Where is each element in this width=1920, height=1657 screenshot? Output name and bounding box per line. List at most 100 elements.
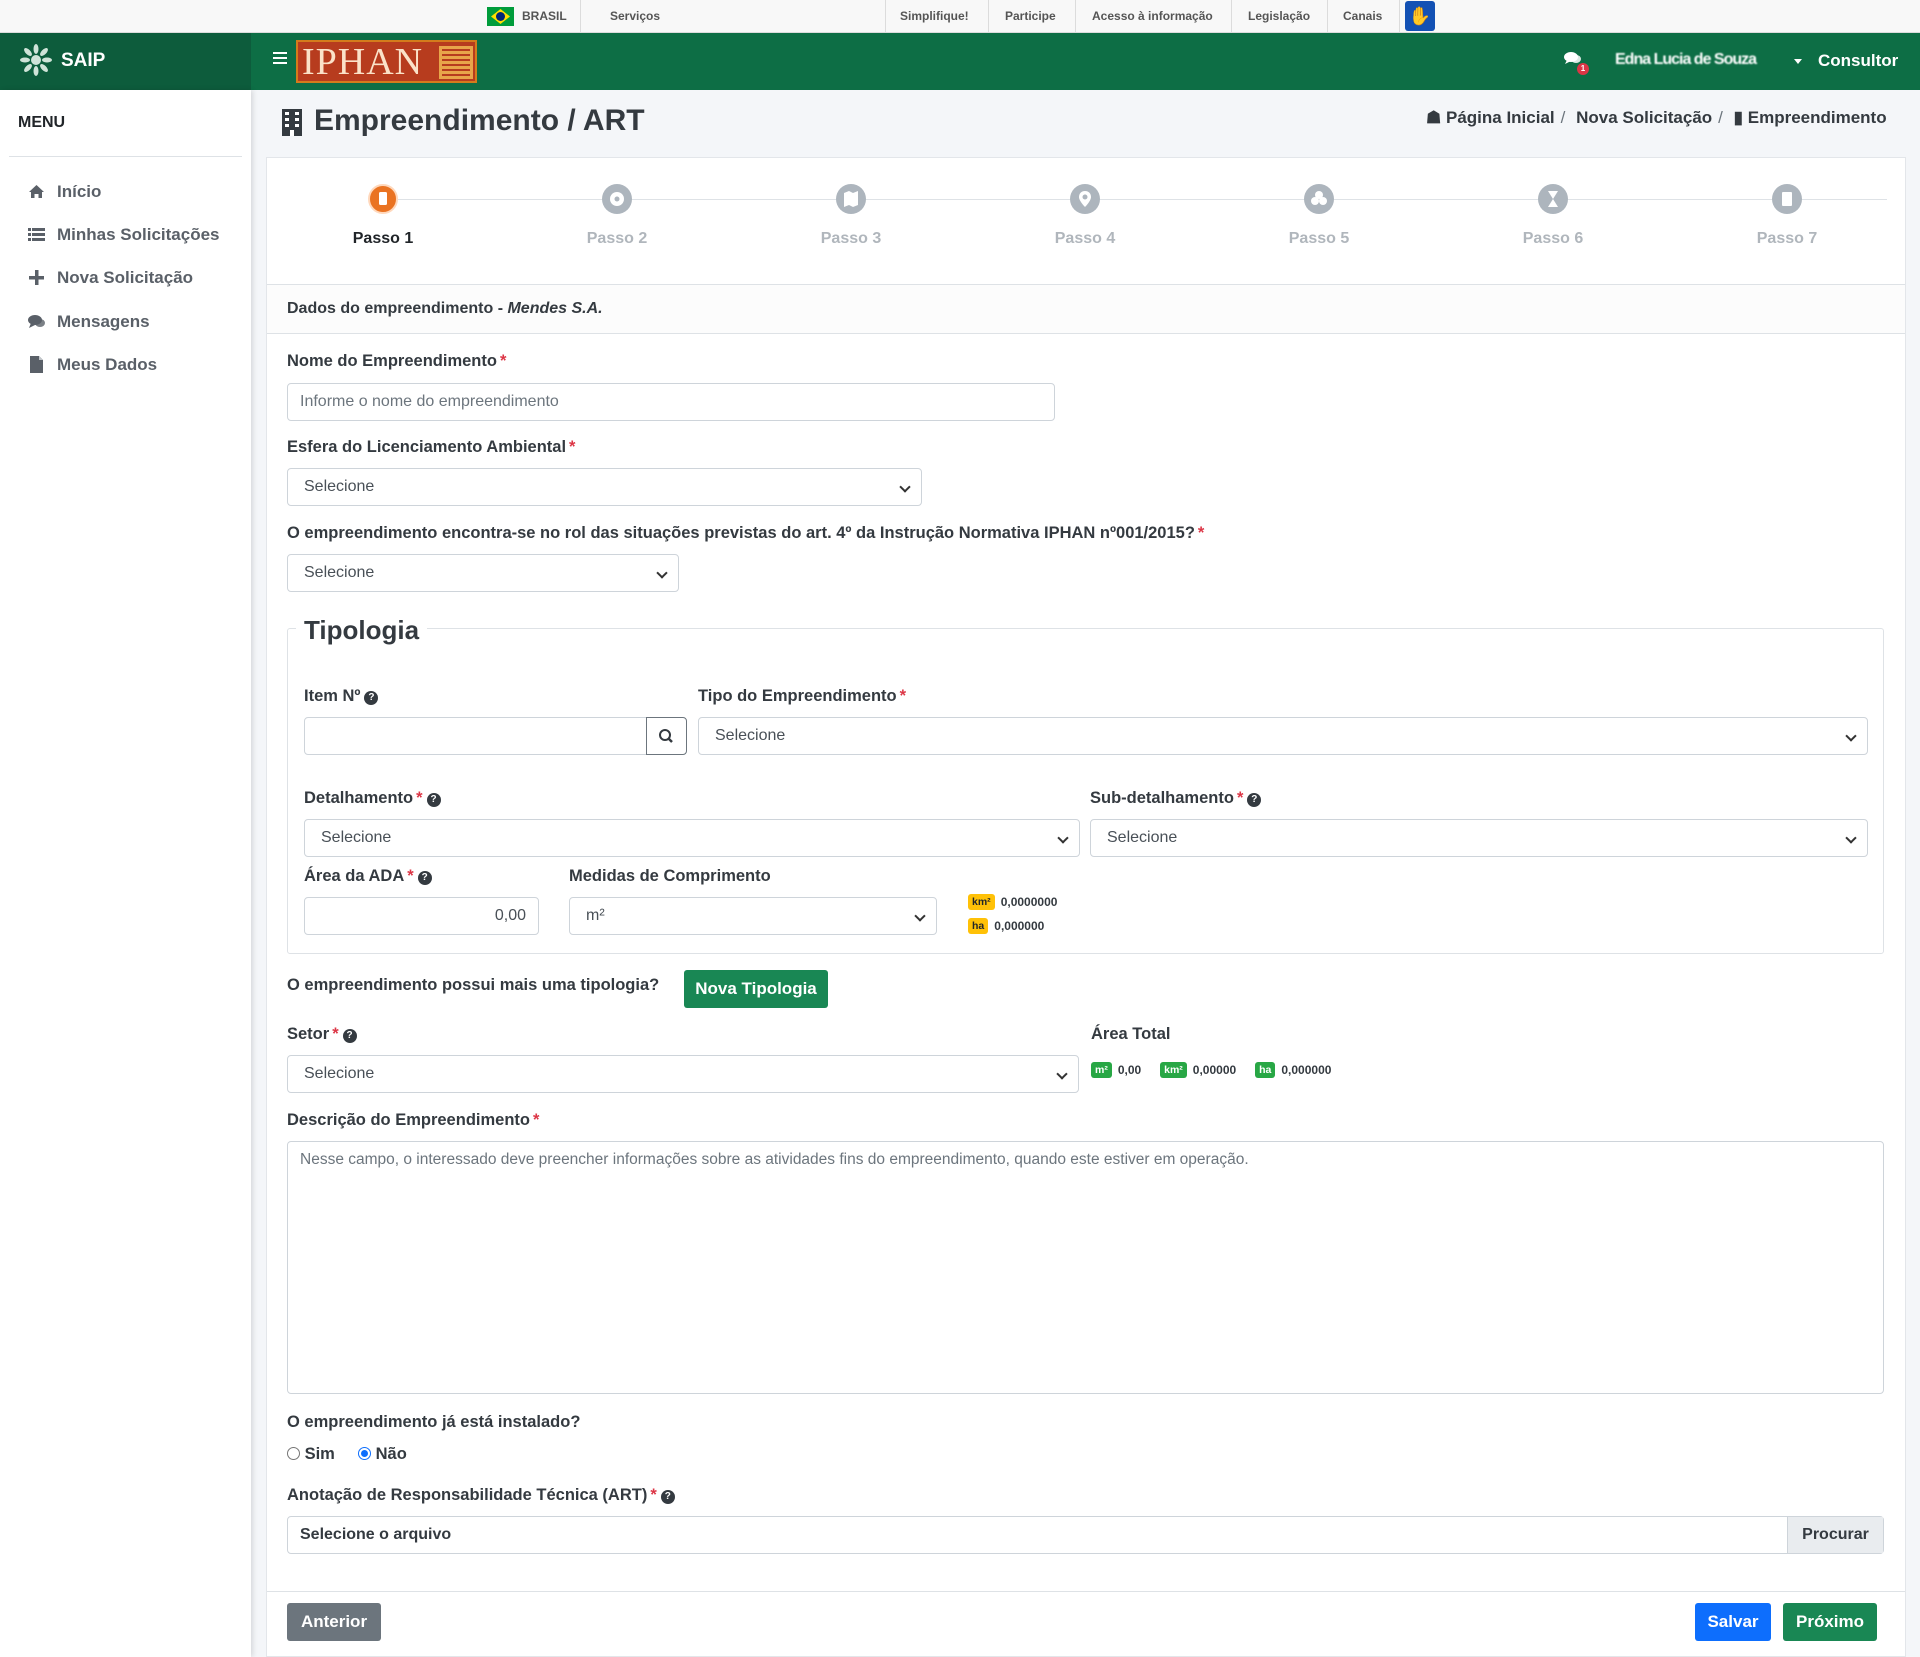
help-icon[interactable]: ?: [364, 691, 379, 705]
descricao-label: Descrição do Empreendimento *: [287, 1111, 540, 1129]
area-ada-label: Área da ADA *?: [304, 867, 432, 886]
sidebar-item-minhas-solicitacoes[interactable]: Minhas Solicitações: [28, 223, 243, 247]
area-total-m2-unit: m²: [1091, 1061, 1112, 1078]
plus-icon: [28, 269, 45, 286]
sidebar: MENU Início Minhas Solicitações Nova Sol…: [0, 90, 251, 1657]
notification-badge: 1: [1577, 63, 1589, 75]
esfera-select[interactable]: Selecione: [287, 468, 922, 506]
search-button[interactable]: [646, 717, 687, 755]
sidebar-item-nova-solicitacao[interactable]: Nova Solicitação: [28, 266, 243, 290]
user-dropdown-caret-icon[interactable]: [1794, 59, 1802, 64]
company-name: Mendes S.A.: [507, 300, 603, 317]
conv-ha: ha 0,000000: [968, 917, 1044, 935]
mobile-icon: [368, 184, 398, 214]
section-header: Dados do empreendimento - Mendes S.A.: [267, 284, 1905, 334]
user-role: Consultor: [1818, 51, 1899, 70]
mais-tipologia-label: O empreendimento possui mais uma tipolog…: [287, 976, 660, 994]
subdetalhamento-select[interactable]: Selecione: [1090, 819, 1868, 857]
setor-select[interactable]: Selecione: [287, 1055, 1079, 1093]
tipo-select[interactable]: Selecione: [698, 717, 1868, 755]
descricao-textarea[interactable]: Nesse campo, o interessado deve preenche…: [287, 1141, 1884, 1394]
step-5[interactable]: Passo 5: [1259, 184, 1379, 248]
tipo-label: Tipo do Empreendimento *: [698, 687, 907, 705]
instalado-sim-radio[interactable]: [287, 1447, 300, 1460]
subdetalhamento-label: Sub-detalhamento *?: [1090, 789, 1262, 808]
art-browse-button[interactable]: Procurar: [1787, 1517, 1883, 1553]
step-1[interactable]: Passo 1: [323, 184, 443, 248]
area-total-values: m² 0,00 km² 0,00000 ha 0,000000: [1091, 1061, 1331, 1079]
help-icon[interactable]: ?: [417, 871, 432, 885]
app-brand[interactable]: SAIP: [0, 33, 251, 90]
gov-brasil-link[interactable]: BRASIL: [522, 0, 567, 32]
cubes-icon: [1304, 184, 1334, 214]
sidebar-item-inicio[interactable]: Início: [28, 180, 243, 204]
hourglass-icon: [1538, 184, 1568, 214]
gov-bar: BRASIL Serviços Simplifique! Participe A…: [0, 0, 1920, 33]
help-icon[interactable]: ?: [1247, 793, 1262, 807]
detalhamento-select[interactable]: Selecione: [304, 819, 1080, 857]
proximo-button[interactable]: Próximo: [1783, 1603, 1877, 1641]
accessibility-hand-icon[interactable]: ✋: [1405, 1, 1435, 31]
iphan-logo[interactable]: IPHAN: [296, 40, 477, 83]
instalado-nao-radio[interactable]: [358, 1447, 372, 1460]
rol-select[interactable]: Selecione: [287, 554, 679, 592]
help-icon[interactable]: ?: [660, 1490, 675, 1504]
breadcrumb-building-icon: ▮: [1733, 108, 1743, 127]
conv-km2: km² 0,0000000: [968, 893, 1057, 911]
page-title: Empreendimento / ART: [314, 104, 645, 137]
medidas-select[interactable]: m²: [569, 897, 937, 935]
saip-leaf-logo-icon: [20, 44, 52, 76]
gov-simplifique-link[interactable]: Simplifique!: [900, 0, 969, 32]
area-total-km2-value: 0,00000: [1192, 1062, 1237, 1077]
area-ada-input[interactable]: 0,00: [304, 897, 539, 935]
map-marker-icon: [1070, 184, 1100, 214]
instalado-label: O empreendimento já está instalado?: [287, 1413, 581, 1431]
gov-canais-link[interactable]: Canais: [1343, 0, 1382, 32]
breadcrumb-nova-solicitacao[interactable]: Nova Solicitação: [1576, 108, 1712, 127]
compass-icon: [602, 184, 632, 214]
breadcrumb-home[interactable]: Página Inicial: [1446, 108, 1555, 127]
instalado-nao-label[interactable]: Não: [376, 1445, 407, 1463]
nova-tipologia-button[interactable]: Nova Tipologia: [684, 970, 828, 1008]
detalhamento-label: Detalhamento *?: [304, 789, 441, 808]
gov-acesso-informacao-link[interactable]: Acesso à informação: [1092, 0, 1213, 32]
item-input[interactable]: [304, 717, 647, 755]
tipologia-legend: Tipologia: [296, 615, 428, 646]
list-icon: [28, 226, 45, 243]
step-7[interactable]: Passo 7: [1727, 184, 1847, 248]
step-4[interactable]: Passo 4: [1025, 184, 1145, 248]
gov-legislacao-link[interactable]: Legislação: [1248, 0, 1310, 32]
sidebar-item-meus-dados[interactable]: Meus Dados: [28, 353, 243, 377]
gov-participe-link[interactable]: Participe: [1005, 0, 1056, 32]
home-icon: [28, 183, 45, 200]
top-navbar: IPHAN 1 Edna Lucia de Souza Consultor: [251, 33, 1920, 90]
gov-servicos-link[interactable]: Serviços: [610, 0, 660, 32]
esfera-label: Esfera do Licenciamento Ambiental *: [287, 438, 576, 456]
area-total-label: Área Total: [1091, 1025, 1171, 1043]
step-2[interactable]: Passo 2: [557, 184, 677, 248]
user-name[interactable]: Edna Lucia de Souza: [1615, 51, 1757, 69]
tipologia-fieldset: Tipologia Item Nº? Tipo do Empreendiment…: [287, 615, 1884, 954]
step-6[interactable]: Passo 6: [1493, 184, 1613, 248]
instalado-sim-label[interactable]: Sim: [305, 1445, 335, 1463]
hamburger-menu-icon[interactable]: [273, 52, 287, 64]
item-label: Item Nº?: [304, 687, 379, 706]
breadcrumb-home-icon: ☗: [1426, 108, 1442, 127]
brazil-flag-icon: [487, 7, 514, 26]
salvar-button[interactable]: Salvar: [1695, 1603, 1771, 1641]
medidas-label: Medidas de Comprimento: [569, 867, 771, 885]
step-3[interactable]: Passo 3: [791, 184, 911, 248]
help-icon[interactable]: ?: [426, 793, 441, 807]
nome-input[interactable]: Informe o nome do empreendimento: [287, 383, 1055, 421]
art-file-input[interactable]: Selecione o arquivo Procurar: [287, 1516, 1884, 1554]
anterior-button[interactable]: Anterior: [287, 1603, 381, 1641]
sidebar-item-mensagens[interactable]: Mensagens: [28, 310, 243, 334]
area-total-km2-unit: km²: [1160, 1061, 1187, 1078]
comments-icon: [28, 313, 45, 330]
document-icon: [1772, 184, 1802, 214]
help-icon[interactable]: ?: [342, 1029, 357, 1043]
rol-label: O empreendimento encontra-se no rol das …: [287, 524, 1205, 542]
art-file-text: Selecione o arquivo: [300, 1526, 452, 1543]
breadcrumb: ☗ Página Inicial / Nova Solicitação / ▮ Em…: [1426, 108, 1887, 127]
sidebar-title: MENU: [18, 114, 66, 131]
